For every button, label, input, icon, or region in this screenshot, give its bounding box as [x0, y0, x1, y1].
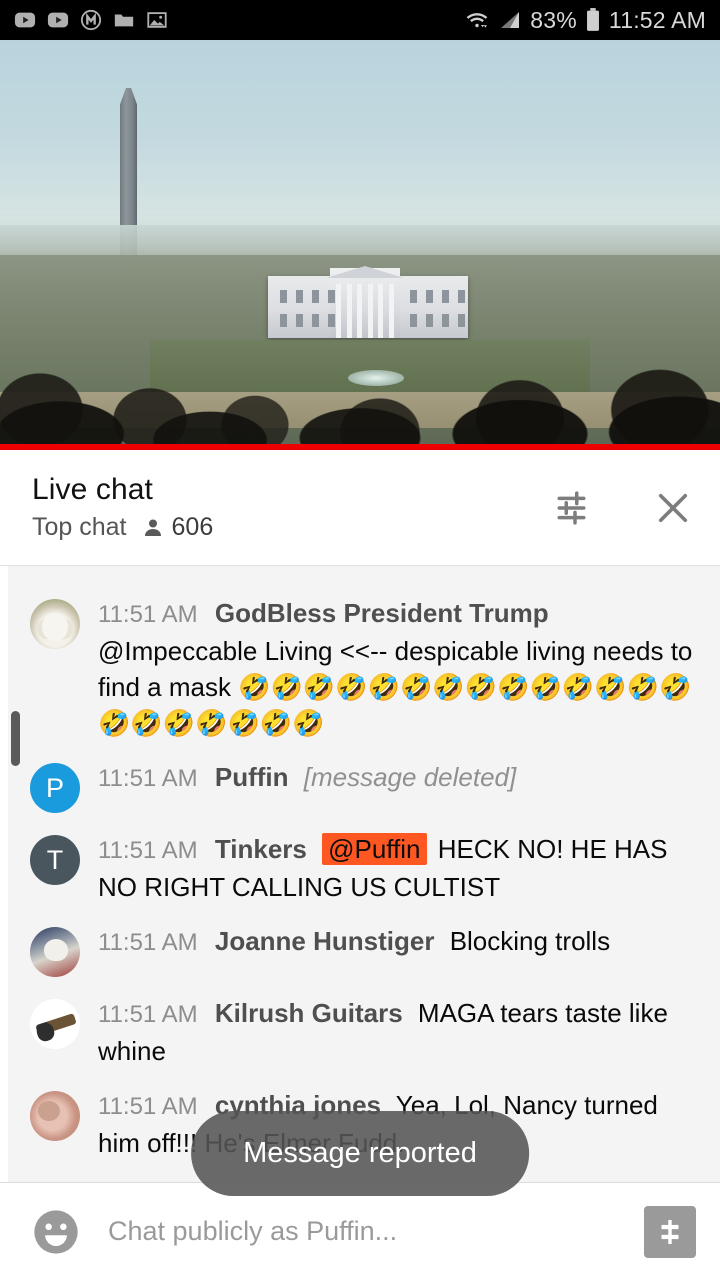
message-deleted-label: [message deleted]: [303, 762, 517, 792]
folder-icon: [114, 14, 134, 27]
youtube-play-icon: [14, 12, 36, 28]
status-bar-app-icons: [14, 9, 168, 31]
white-house-windows: [410, 314, 465, 327]
messages-container: 11:51 AM GodBless President Trump @Impec…: [0, 566, 720, 1182]
white-house-columns: [336, 284, 394, 338]
m-circle-icon: [80, 9, 102, 31]
avatar[interactable]: T: [30, 835, 80, 885]
page-title: Live chat: [32, 473, 153, 506]
viewer-count-label: 606: [171, 513, 214, 541]
avatar[interactable]: [30, 599, 80, 649]
chat-header-actions: [552, 485, 696, 531]
message-author[interactable]: Puffin: [215, 762, 289, 792]
white-house-windows: [280, 314, 335, 327]
status-badge: Message reported: [191, 1111, 529, 1196]
battery-icon: [586, 8, 599, 31]
status-bar-system-icons: 83% 11:52 AM: [464, 7, 706, 34]
chat-settings-icon[interactable]: [552, 485, 598, 531]
message-body: 11:51 AM Joanne Hunstiger Blocking troll…: [98, 923, 702, 961]
live-chat-header: Live chat Top chat 606: [0, 450, 720, 565]
search-input[interactable]: [108, 1216, 644, 1247]
table-row[interactable]: P 11:51 AM Puffin [message deleted]: [0, 750, 720, 822]
message-text: Blocking trolls: [449, 926, 611, 956]
person-icon: [144, 519, 161, 536]
message-body: 11:51 AM GodBless President Trump @Impec…: [98, 595, 702, 741]
table-row[interactable]: 11:51 AM Joanne Hunstiger Blocking troll…: [0, 914, 720, 986]
video-player[interactable]: [0, 40, 720, 450]
foreground-trees: [0, 364, 720, 450]
message-author[interactable]: Tinkers: [215, 834, 307, 864]
message-timestamp: 11:51 AM: [98, 1093, 198, 1120]
list-item: [0, 572, 720, 586]
list-left-gutter: [0, 566, 8, 1182]
mention-chip[interactable]: @Puffin: [322, 833, 427, 865]
chat-input-bar: [0, 1182, 720, 1280]
message-timestamp: 11:51 AM: [98, 601, 198, 628]
chat-message-list[interactable]: 11:51 AM GodBless President Trump @Impec…: [0, 565, 720, 1182]
table-row[interactable]: T 11:51 AM Tinkers @Puffin HECK NO! HE H…: [0, 822, 720, 914]
youtube-play-icon: [47, 12, 69, 28]
chat-scrollbar[interactable]: [11, 711, 20, 766]
emoji-smiley-icon[interactable]: [30, 1206, 82, 1258]
avatar[interactable]: [30, 1091, 80, 1141]
message-author[interactable]: Joanne Hunstiger: [215, 926, 435, 956]
message-body: 11:51 AM Tinkers @Puffin HECK NO! HE HAS…: [98, 831, 702, 905]
message-timestamp: 11:51 AM: [98, 929, 198, 956]
avatar[interactable]: [30, 927, 80, 977]
battery-percent-label: 83%: [530, 6, 577, 33]
image-icon: [147, 12, 167, 28]
chat-subtitle-row: Top chat 606: [32, 513, 213, 542]
table-row[interactable]: 11:51 AM GodBless President Trump @Impec…: [0, 586, 720, 750]
message-author[interactable]: Kilrush Guitars: [215, 998, 403, 1028]
message-timestamp: 11:51 AM: [98, 1001, 198, 1028]
message-body: 11:51 AM Puffin [message deleted]: [98, 759, 702, 797]
message-body: 11:51 AM Kilrush Guitars MAGA tears tast…: [98, 995, 702, 1069]
clock-label: 11:52 AM: [608, 6, 706, 33]
avatar[interactable]: P: [30, 763, 80, 813]
message-timestamp: 11:51 AM: [98, 765, 198, 792]
chat-mode-label[interactable]: Top chat: [32, 513, 127, 542]
close-icon[interactable]: [650, 485, 696, 531]
status-bar: 83% 11:52 AM: [0, 0, 720, 40]
message-author[interactable]: GodBless President Trump: [215, 598, 549, 628]
wifi-icon: [466, 13, 488, 28]
message-timestamp: 11:51 AM: [98, 837, 198, 864]
viewer-count-group: 606: [141, 513, 214, 542]
avatar[interactable]: [30, 999, 80, 1049]
chat-title-group: Live chat Top chat 606: [32, 473, 213, 542]
clipped-message-text: [30, 572, 702, 586]
table-row[interactable]: 11:51 AM Kilrush Guitars MAGA tears tast…: [0, 986, 720, 1078]
message-text: @Impeccable Living <<-- despicable livin…: [98, 636, 693, 738]
signal-icon: [501, 12, 520, 28]
white-house-windows: [410, 290, 465, 303]
super-chat-dollar-icon[interactable]: [644, 1205, 696, 1258]
white-house-windows: [280, 290, 335, 303]
sky-background: [0, 40, 720, 255]
